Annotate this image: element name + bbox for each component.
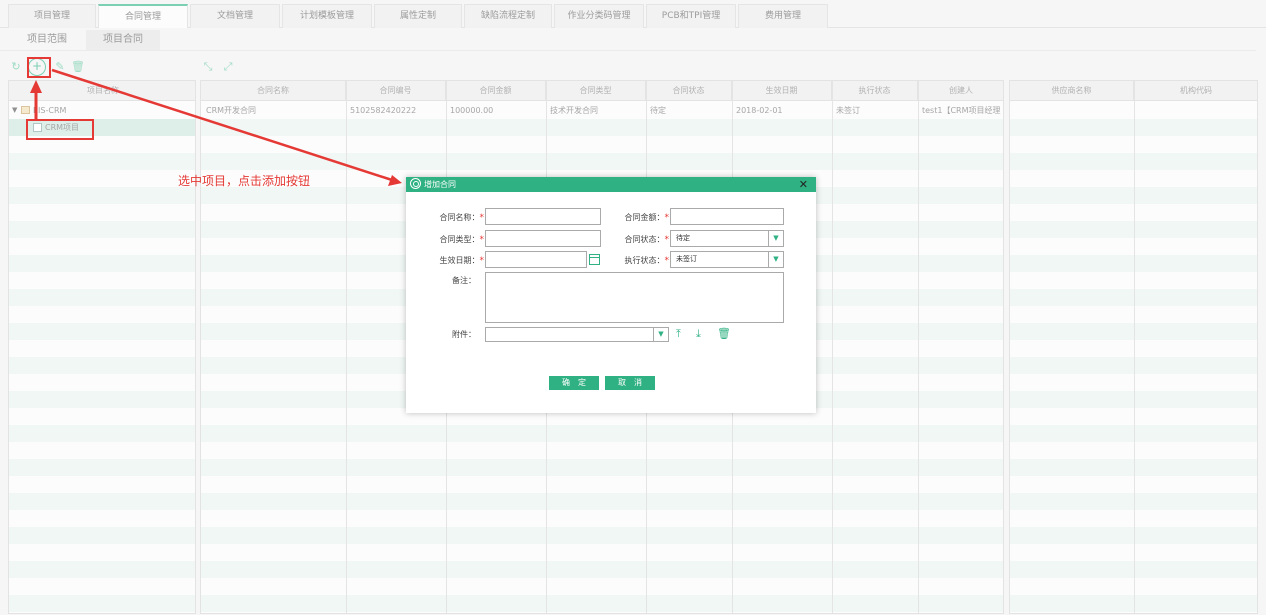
upload-icon[interactable]: ⤒ [676,327,681,341]
contract-type-input[interactable] [485,230,601,247]
remark-textarea[interactable] [485,272,784,323]
confirm-button[interactable]: 确 定 [549,376,599,390]
label-contract-type: 合同类型：* [439,235,485,245]
chevron-down-icon[interactable]: ▼ [768,252,783,267]
annotation-arrowhead-up [30,80,42,93]
label-contract-status: 合同状态：* [624,235,670,245]
label-remark: 备注： [452,276,476,285]
label-attachment: 附件： [452,330,476,339]
label-contract-amount: 合同金额：* [624,213,670,223]
contract-status-value: 待定 [676,234,690,242]
annotation-arrow-to-dialog [51,68,393,182]
download-icon[interactable]: ⤓ [696,327,701,341]
contract-name-input[interactable] [485,208,601,225]
annotation-arrowhead-dialog [388,175,402,186]
chevron-down-icon[interactable]: ▼ [768,231,783,246]
cancel-button[interactable]: 取 消 [605,376,655,390]
effective-date-input[interactable] [485,251,587,268]
calendar-icon[interactable] [589,254,600,265]
label-contract-name: 合同名称：* [439,213,485,223]
label-exec-status: 执行状态：* [624,256,670,266]
add-contract-dialog: 增加合同 ✕ 合同名称：* 合同金额：* 合同类型：* 合同状态：* 待定 ▼ … [406,177,816,413]
contract-status-select[interactable]: 待定 ▼ [670,230,784,247]
close-icon[interactable]: ✕ [799,177,808,192]
calendar-icon-bar [590,257,599,258]
dialog-logo-icon [410,178,421,189]
label-effective-date: 生效日期：* [439,256,485,266]
dialog-title: 增加合同 [424,180,456,189]
attachment-select[interactable]: ▼ [485,327,669,342]
exec-status-value: 未签订 [676,255,697,263]
contract-amount-input[interactable] [670,208,784,225]
exec-status-select[interactable]: 未签订 ▼ [670,251,784,268]
chevron-down-icon[interactable]: ▼ [653,328,668,341]
dialog-title-bar: 增加合同 ✕ [406,177,816,192]
delete-icon[interactable]: 🗑 [717,327,731,341]
